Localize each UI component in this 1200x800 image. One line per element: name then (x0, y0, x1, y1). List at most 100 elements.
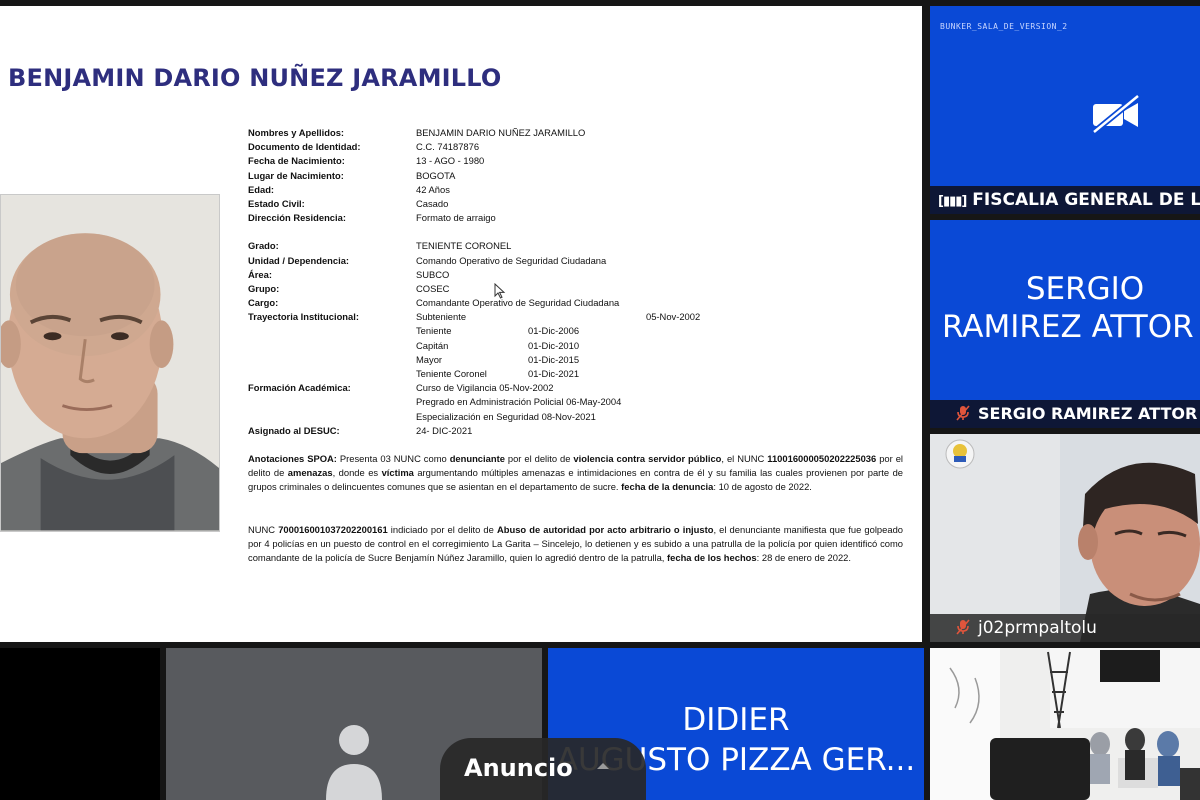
trajectory-rank: Subteniente (416, 311, 467, 323)
para-text: por el delito de (504, 453, 574, 464)
room-label: BUNKER_SALA_DE_VERSION_2 (940, 22, 1068, 31)
field-label: Fecha de Nacimiento: (248, 155, 345, 167)
field-label: Área: (248, 268, 272, 280)
field-row: Dirección Residencia: Formato de arraigo (248, 211, 668, 225)
participant-tile-j02prmpaltolu[interactable]: j02prmpaltolu (930, 434, 1200, 642)
room-video (930, 648, 1200, 800)
blank-label (248, 395, 416, 409)
field-value: C.C. 74187876 (416, 141, 480, 153)
field-value: Casado (416, 197, 449, 209)
para-text: NUNC (248, 524, 279, 535)
participant-display-name: SERGIO RAMIREZ ATTOR (930, 270, 1200, 346)
person-photo-illustration (1, 195, 219, 531)
field-label: Edad: (248, 183, 275, 195)
field-label: Dirección Residencia: (248, 212, 346, 224)
field-value: SUBCO (416, 268, 450, 280)
ad-label: Anuncio (464, 754, 573, 782)
field-label: Nombres y Apellidos: (248, 127, 345, 138)
education-row: Formación Académica: Curso de Vigilancia … (248, 381, 668, 395)
field-row: Edad: 42 Años (248, 183, 668, 197)
trajectory-row: Trayectoria Institucional: Subteniente 05-… (248, 310, 701, 324)
trajectory-row: Capitán 01-Dic-2010 (248, 339, 668, 353)
field-row: Área: SUBCO (248, 268, 668, 282)
participant-tile-sergio[interactable]: SERGIO RAMIREZ ATTOR SERGIO RAMIREZ ATTO… (930, 220, 1200, 428)
field-label: Cargo: (248, 297, 279, 309)
field-value: COSEC (416, 282, 450, 294)
participant-namebar: SERGIO RAMIREZ ATTOR (930, 400, 1200, 428)
participant-video (930, 434, 1200, 642)
participant-name: FISCALIA GENERAL DE LA (972, 190, 1200, 210)
field-label: Grado: (248, 240, 279, 252)
para-bold: Abuso de autoridad por acto arbitrario o… (496, 524, 714, 535)
field-row: Lugar de Nacimiento: BOGOTA (248, 169, 668, 183)
display-name-line1: DIDIER (682, 702, 790, 738)
display-name-line1: SERGIO (1025, 271, 1145, 307)
participant-namebar: j02prmpaltolu (930, 614, 1200, 642)
field-row: Asignado al DESUC: 24- DIC-2021 (248, 424, 668, 438)
participant-name: j02prmpaltolu (978, 618, 1097, 638)
blank-label (248, 353, 416, 367)
field-value: BENJAMIN DARIO NUÑEZ JARAMILLO (416, 127, 586, 138)
para-bold: denunciante (449, 453, 505, 464)
default-avatar-icon (326, 725, 382, 800)
camera-off-icon (1092, 94, 1140, 134)
participant-namebar: [▮▮▮] FISCALIA GENERAL DE LA (930, 186, 1200, 214)
education-row: Pregrado en Administración Policial 06-M… (248, 395, 668, 409)
participant-tile-fiscalia[interactable]: BUNKER_SALA_DE_VERSION_2 [▮▮▮] FISCALIA … (930, 6, 1200, 214)
profile-fields: Nombres y Apellidos: BENJAMIN DARIO NUÑEZ… (248, 126, 701, 438)
para-text: : 28 de enero de 2022. (756, 552, 851, 564)
trajectory-rank: Teniente (416, 325, 452, 337)
field-value: 13 - AGO - 1980 (416, 155, 485, 167)
education-value: Pregrado en Administración Policial 06-M… (416, 396, 622, 408)
para-text: indiciado por el delito de (387, 524, 497, 535)
education-value: Especialización en Seguridad 08-Nov-2021 (416, 410, 596, 422)
field-row: Grado: TENIENTE CORONEL (248, 239, 668, 253)
field-row: Unidad / Dependencia: Comando Operativo d… (248, 254, 668, 268)
trajectory-date: 05-Nov-2002 (646, 311, 701, 323)
participant-tile-room[interactable] (930, 648, 1200, 800)
mouse-cursor-icon (494, 283, 506, 299)
field-value: TENIENTE CORONEL (416, 240, 512, 252)
field-row: Cargo: Comandante Operativo de Seguridad … (248, 296, 668, 310)
field-row: Fecha de Nacimiento: 13 - AGO - 1980 (248, 154, 668, 168)
shared-screen-document: BENJAMIN DARIO NUÑEZ JARAMILLO Nombres y… (0, 6, 922, 642)
para-text: , el NUNC (721, 453, 768, 464)
field-row: Grupo: COSEC (248, 282, 668, 296)
para-text: : 10 de agosto de 2022. (713, 481, 812, 493)
field-label: Lugar de Nacimiento: (248, 169, 344, 181)
audio-level-icon: [▮▮▮] (938, 194, 967, 209)
education-label: Formación Académica: (248, 382, 351, 394)
field-row: Documento de Identidad: C.C. 74187876 (248, 140, 668, 154)
para-bold: fecha de los hechos (667, 552, 757, 564)
person-photo (0, 194, 220, 532)
field-value: 24- DIC-2021 (416, 424, 473, 436)
field-label: Documento de Identidad: (248, 141, 361, 153)
trajectory-date: 01-Dic-2006 (528, 325, 580, 337)
para-bold: violencia contra servidor público (573, 453, 722, 464)
trajectory-row: Teniente 01-Dic-2006 (248, 324, 668, 338)
trajectory-rank: Mayor (416, 353, 443, 365)
ad-label-pill[interactable]: Anuncio (440, 738, 646, 800)
para-bold: 110016000050202225036 (767, 453, 877, 464)
field-value: Comandante Operativo de Seguridad Ciudad… (416, 297, 620, 309)
blank-label (248, 324, 416, 338)
spoa-annotations-paragraph: Anotaciones SPOA: Presenta 03 NUNC como … (248, 452, 903, 495)
trajectory-date: 01-Dic-2021 (528, 368, 580, 379)
education-row: Especialización en Seguridad 08-Nov-2021 (248, 410, 668, 424)
field-label: Asignado al DESUC: (248, 424, 340, 436)
participant-tile-blank[interactable] (0, 648, 160, 800)
field-value: 42 Años (416, 183, 450, 195)
trajectory-row: Mayor 01-Dic-2015 (248, 353, 668, 367)
education-value: Curso de Vigilancia 05-Nov-2002 (416, 382, 554, 394)
mic-off-icon (956, 619, 970, 635)
field-row: Nombres y Apellidos: BENJAMIN DARIO NUÑEZ… (248, 126, 668, 140)
chevron-up-icon[interactable] (596, 762, 610, 770)
field-row: Estado Civil: Casado (248, 197, 668, 211)
spoa-label: Anotaciones SPOA: (248, 453, 337, 464)
field-label: Estado Civil: (248, 197, 305, 209)
field-value: Comando Operativo de Seguridad Ciudadana (416, 254, 607, 266)
field-value: BOGOTA (416, 169, 456, 181)
para-bold: amenazas (287, 467, 333, 479)
trajectory-date: 01-Dic-2015 (528, 353, 580, 365)
